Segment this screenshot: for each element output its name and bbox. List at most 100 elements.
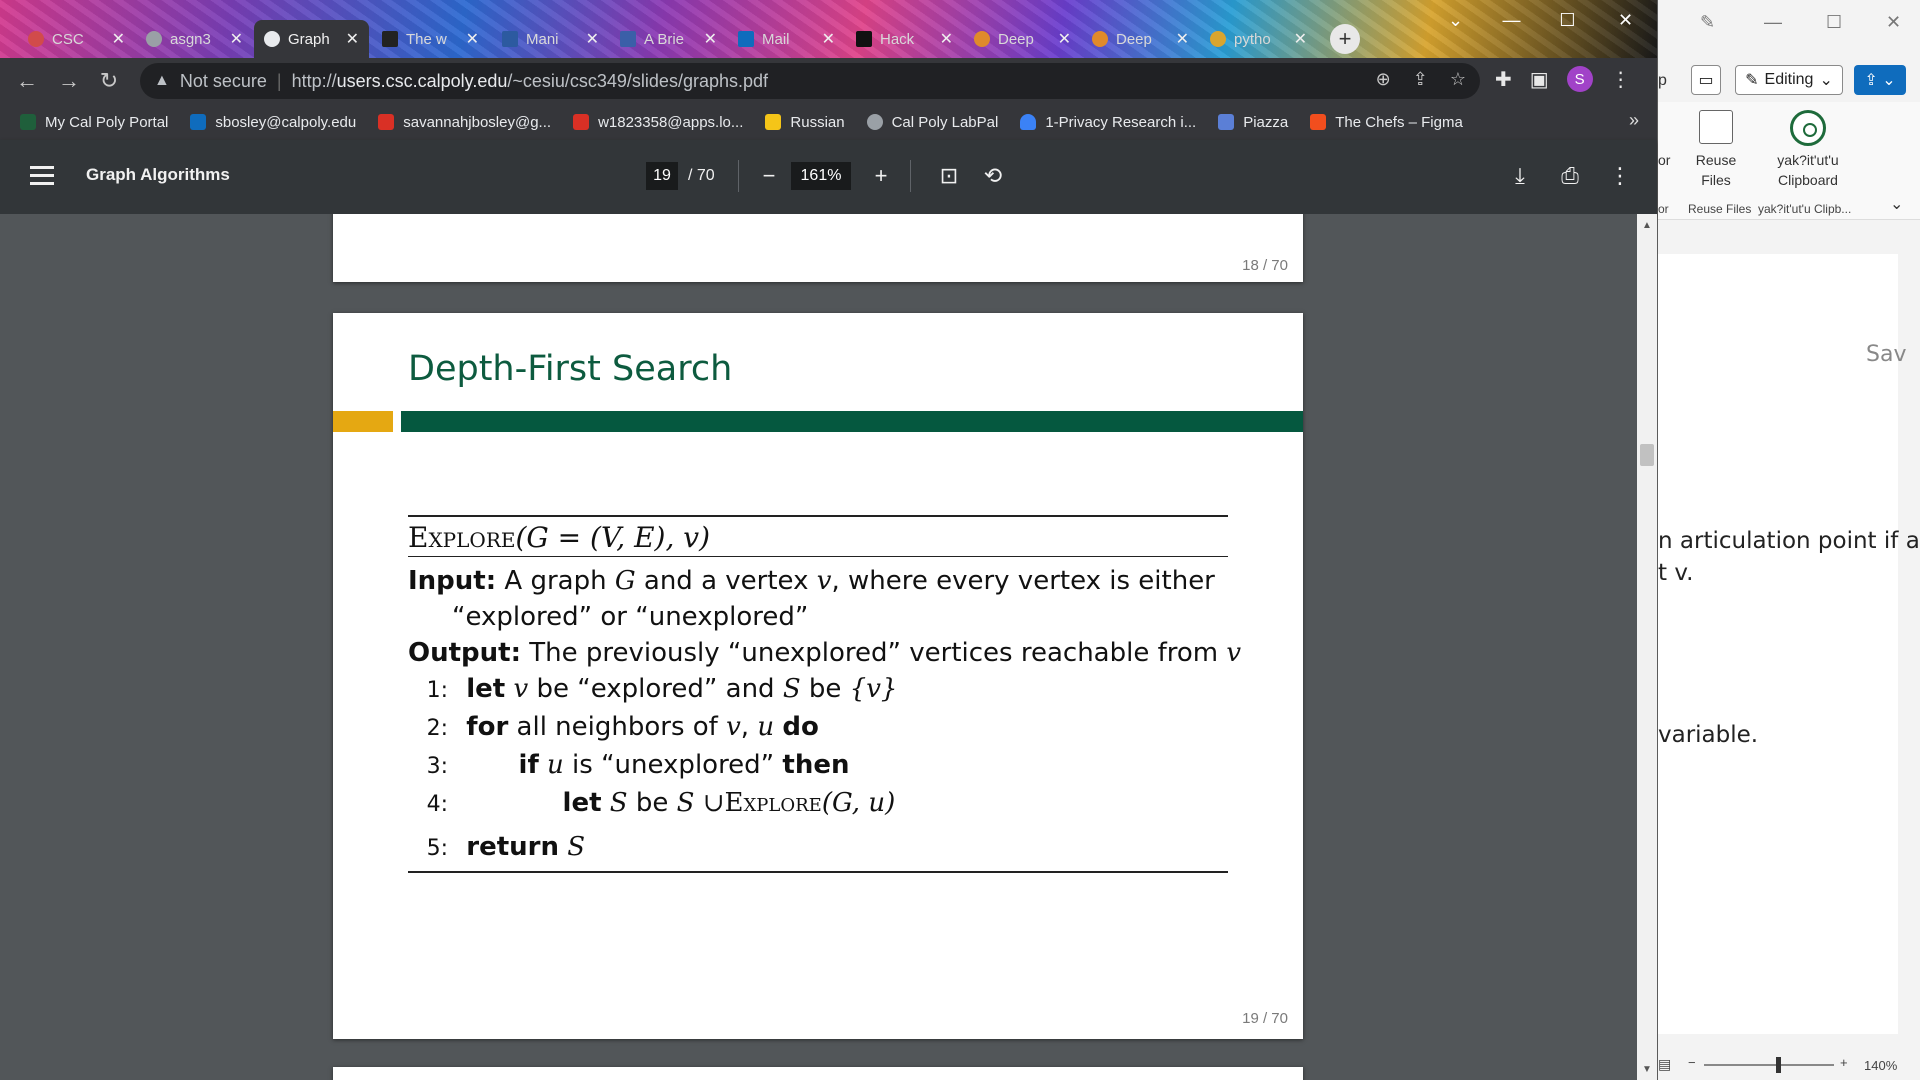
close-window-button[interactable]: ✕ [1886,12,1901,33]
algorithm-line-2: 2: for all neighbors of v, u do [408,709,1228,747]
zoom-level[interactable]: 140% [1864,1058,1897,1073]
title-accent-green [401,411,1303,432]
tab-hack[interactable]: Hack ✕ [846,20,963,58]
extensions-puzzle-icon[interactable]: ✚ [1495,67,1512,92]
download-icon[interactable]: ⤓ [1504,160,1536,192]
clipboard-button[interactable]: yak?it'ut'u Clipboard [1758,110,1858,190]
bookmark-item[interactable]: w1823358@apps.lo... [573,114,743,131]
close-tab-icon[interactable]: ✕ [704,29,717,49]
bookmark-item[interactable]: Russian [765,114,845,131]
word-document-page[interactable]: Sav n articulation point if a t v. varia… [1658,254,1920,1034]
close-tab-icon[interactable]: ✕ [822,29,835,49]
share-button[interactable]: ⇪ ⌄ [1854,65,1906,95]
zoom-out-button[interactable]: − [753,160,785,192]
divider [910,160,911,192]
tab-the-w[interactable]: The w ✕ [372,20,489,58]
favicon-icon [1210,31,1226,47]
tab-csc[interactable]: CSC ✕ [18,20,135,58]
back-arrow-icon[interactable]: ← [12,66,42,96]
bookmark-icon [20,114,36,130]
close-window-button[interactable]: ✕ [1598,0,1653,40]
more-bookmarks-icon[interactable]: » [1629,110,1639,131]
line-number: 2: [426,716,448,741]
globe-icon [866,114,883,130]
tab-title: Deep [1116,30,1152,48]
favicon-icon [856,31,872,47]
close-tab-icon[interactable]: ✕ [1294,29,1307,49]
algorithm-call: Explore [724,788,822,818]
maximize-button[interactable]: ☐ [1826,12,1842,33]
editing-mode-button[interactable]: ✎ Editing ⌄ [1735,65,1843,95]
outlook-icon [190,114,207,130]
address-bar-row: ← → ↻ ▲ Not secure | http:// users.csc.c… [0,58,1657,104]
close-tab-icon[interactable]: ✕ [346,29,359,49]
url-input[interactable]: ▲ Not secure | http:// users.csc.calpoly… [140,63,1480,99]
star-icon[interactable]: ☆ [1450,69,1466,90]
doc-text-line: variable. [1658,722,1759,748]
bookmark-item[interactable]: sbosley@calpoly.edu [190,114,356,131]
pdf-viewport[interactable]: 18 / 70 Depth-First Search Explore(G = (… [0,214,1637,1080]
zoom-slider-track[interactable] [1704,1064,1834,1066]
bookmark-item[interactable]: Piazza [1218,114,1288,131]
bookmark-item[interactable]: The Chefs – Figma [1310,114,1463,131]
bookmark-item[interactable]: savannahjbosley@g... [378,114,551,131]
page-number-input[interactable]: 19 [646,162,678,190]
minimize-button[interactable]: — [1764,12,1782,33]
close-tab-icon[interactable]: ✕ [940,29,953,49]
tab-mani[interactable]: Mani ✕ [492,20,609,58]
fit-to-page-icon[interactable]: ⊡ [933,160,965,192]
vertical-scrollbar[interactable]: ▲ ▼ [1637,214,1657,1080]
close-tab-icon[interactable]: ✕ [112,29,125,49]
tab-graph-active[interactable]: Graph ✕ [254,20,369,58]
tab-deep-1[interactable]: Deep ✕ [964,20,1081,58]
zoom-input[interactable]: 161% [791,162,851,190]
math-var: u [547,750,564,780]
close-tab-icon[interactable]: ✕ [1058,29,1071,49]
ribbon-collapse-icon[interactable]: ⌄ [1890,194,1903,214]
tab-asgn3[interactable]: asgn3 ✕ [136,20,253,58]
tab-deep-2[interactable]: Deep ✕ [1082,20,1199,58]
scrollbar-thumb[interactable] [1640,444,1654,466]
new-tab-button[interactable]: + [1330,24,1360,54]
close-tab-icon[interactable]: ✕ [230,29,243,49]
forward-arrow-icon[interactable]: → [54,66,84,96]
bookmark-item[interactable]: My Cal Poly Portal [20,114,168,131]
reuse-files-button[interactable]: Reuse Files [1686,110,1746,190]
close-tab-icon[interactable]: ✕ [466,29,479,49]
word-ribbon: or Reuse Files yak?it'ut'u Clipboard or … [1658,102,1920,220]
bookmark-item[interactable]: Cal Poly LabPal [866,114,998,131]
rotate-icon[interactable]: ⟲ [977,160,1009,192]
line-text: be [808,674,842,704]
tab-pytho[interactable]: pytho ✕ [1200,20,1317,58]
math-var: v [513,674,529,704]
pen-icon[interactable]: ✎ [1700,12,1715,33]
more-options-icon[interactable]: ⋮ [1604,160,1636,192]
bookmark-item[interactable]: 1-Privacy Research i... [1020,114,1196,131]
reload-icon[interactable]: ↻ [94,66,124,96]
menu-hamburger-icon[interactable] [30,166,54,186]
menu-kebab-icon[interactable]: ⋮ [1611,67,1631,92]
zoom-in-button[interactable]: + [865,160,897,192]
maximize-button[interactable]: ☐ [1540,0,1595,40]
toolbar-extensions: ✚ ▣ S ⋮ [1495,66,1631,92]
share-icon[interactable]: ⇪ [1413,69,1428,90]
close-tab-icon[interactable]: ✕ [1176,29,1189,49]
comment-icon[interactable]: ▭ [1691,65,1721,95]
tab-a-brie[interactable]: A Brie ✕ [610,20,727,58]
zoom-in-icon[interactable]: + [1840,1055,1848,1070]
tab-search-icon[interactable]: ⌄ [1428,0,1483,40]
close-tab-icon[interactable]: ✕ [586,29,599,49]
side-panel-icon[interactable]: ▣ [1530,67,1549,92]
zoom-icon[interactable]: ⊕ [1376,69,1391,90]
scroll-down-icon[interactable]: ▼ [1641,1064,1653,1076]
zoom-slider-thumb[interactable] [1776,1057,1781,1073]
scroll-up-icon[interactable]: ▲ [1641,220,1653,232]
tab-mail[interactable]: Mail ✕ [728,20,845,58]
minimize-button[interactable]: — [1484,0,1539,40]
page-footer-number: 18 / 70 [1242,257,1288,274]
favicon-icon [974,31,990,47]
print-icon[interactable]: ⎙ [1554,160,1586,192]
zoom-out-icon[interactable]: − [1688,1055,1696,1070]
profile-avatar[interactable]: S [1566,66,1593,92]
page-view-icon[interactable]: ▤ [1658,1056,1671,1073]
